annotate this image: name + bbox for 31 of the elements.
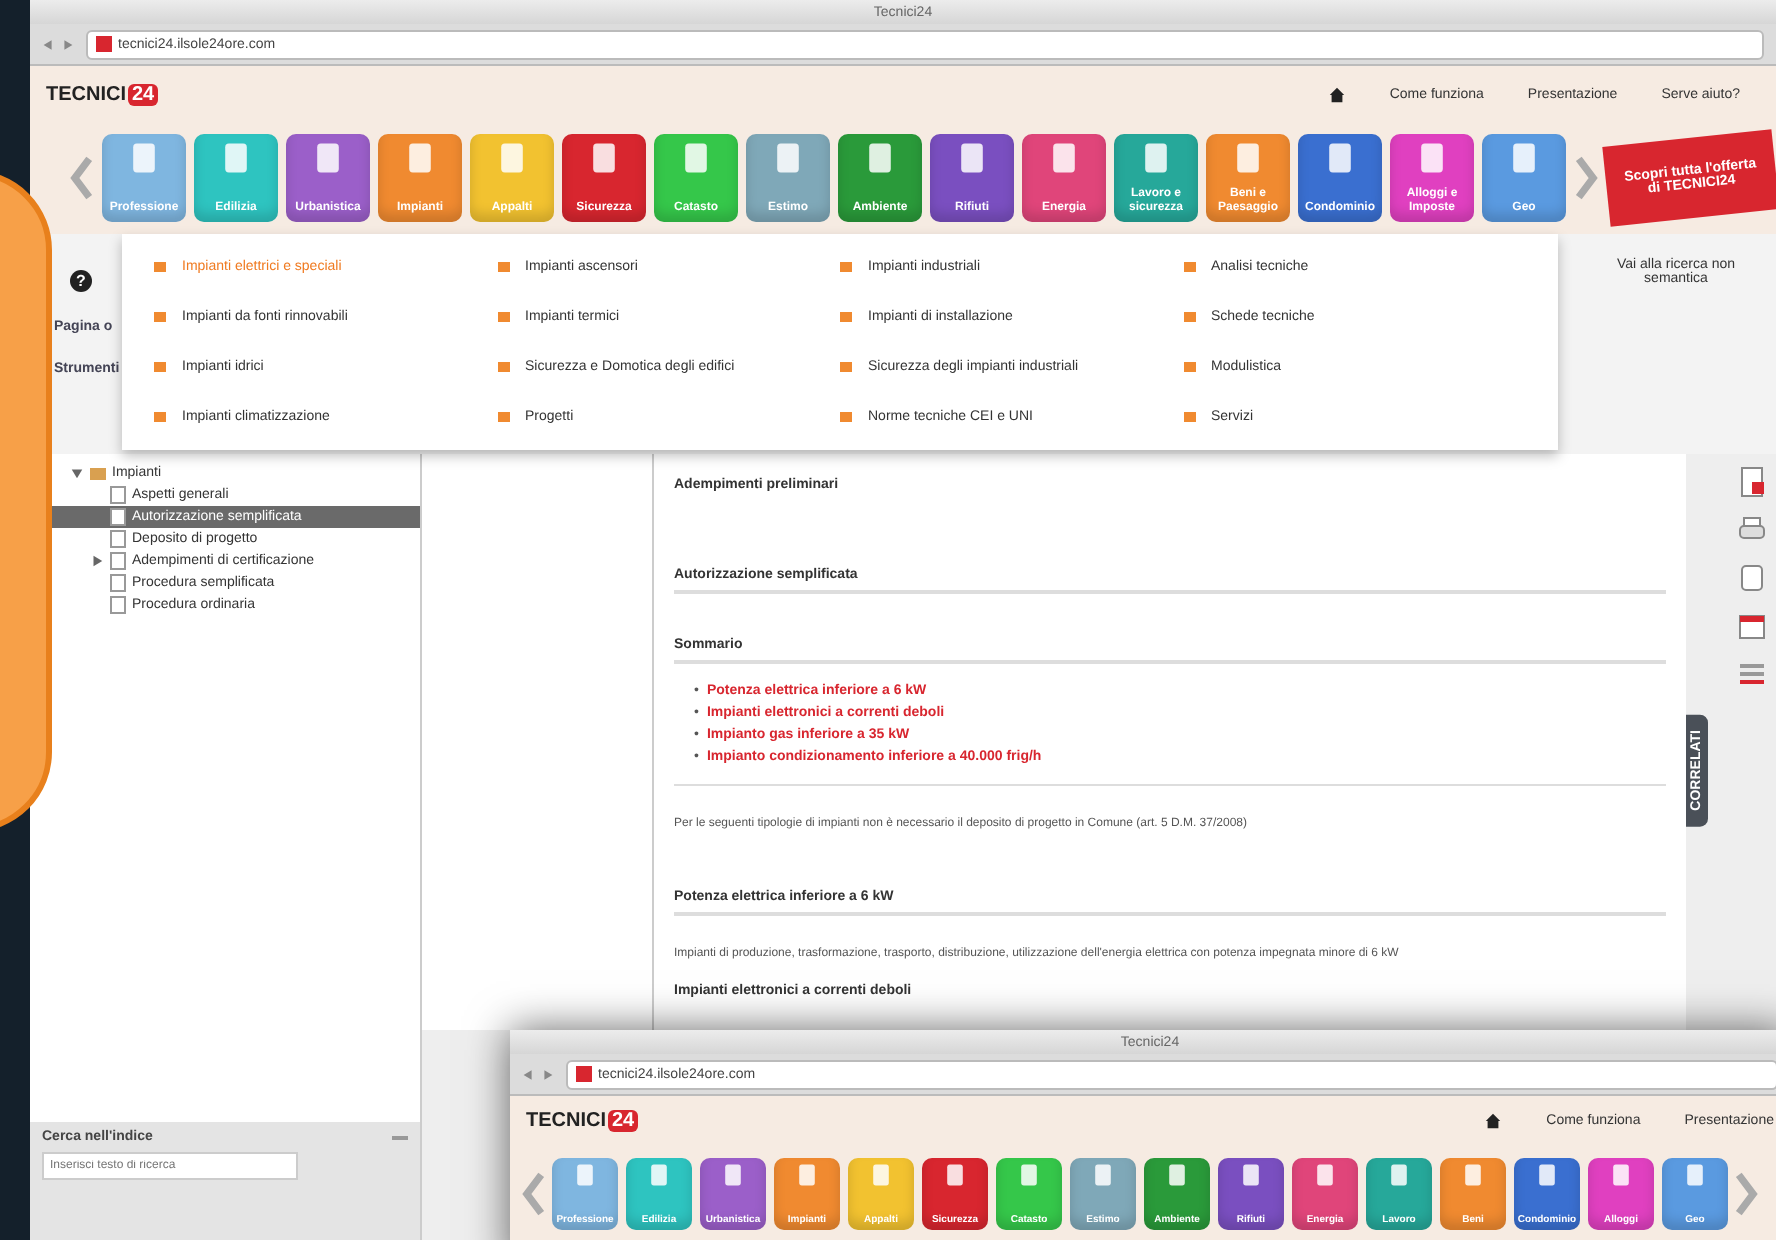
category-icon [1016,1162,1042,1188]
category-icon [868,1162,894,1188]
back-forward-icon[interactable] [42,37,74,51]
category-icon [572,1162,598,1188]
home-icon[interactable] [1484,1111,1503,1129]
category-icon [1386,1162,1412,1188]
category-icon [1460,1162,1486,1188]
help-icon[interactable]: ? [70,270,92,292]
category-icon [794,1162,820,1188]
expand-arrow-icon[interactable] [90,554,104,568]
logo[interactable]: TECNICI 24 [526,1109,639,1131]
document-icon[interactable] [1736,466,1768,498]
category-icon [1312,1162,1338,1188]
expand-arrow-icon[interactable] [70,466,84,480]
category-icon [646,1162,672,1188]
category-icon [1682,1162,1708,1188]
list-icon[interactable] [1736,658,1768,690]
calendar-icon[interactable] [1736,610,1768,642]
back-forward-icon[interactable] [522,1067,554,1081]
category-icon [720,1162,746,1188]
logo[interactable]: TECNICI 24 [46,83,159,105]
category-icon [1534,1162,1560,1188]
page-icon[interactable] [1736,562,1768,594]
favicon-icon [576,1066,592,1082]
category-icon [1608,1162,1634,1188]
category-icon [1164,1162,1190,1188]
category-icon [942,1162,968,1188]
home-icon[interactable] [1327,85,1346,103]
category-icon [1238,1162,1264,1188]
favicon-icon [96,36,112,52]
category-icon [1090,1162,1116,1188]
